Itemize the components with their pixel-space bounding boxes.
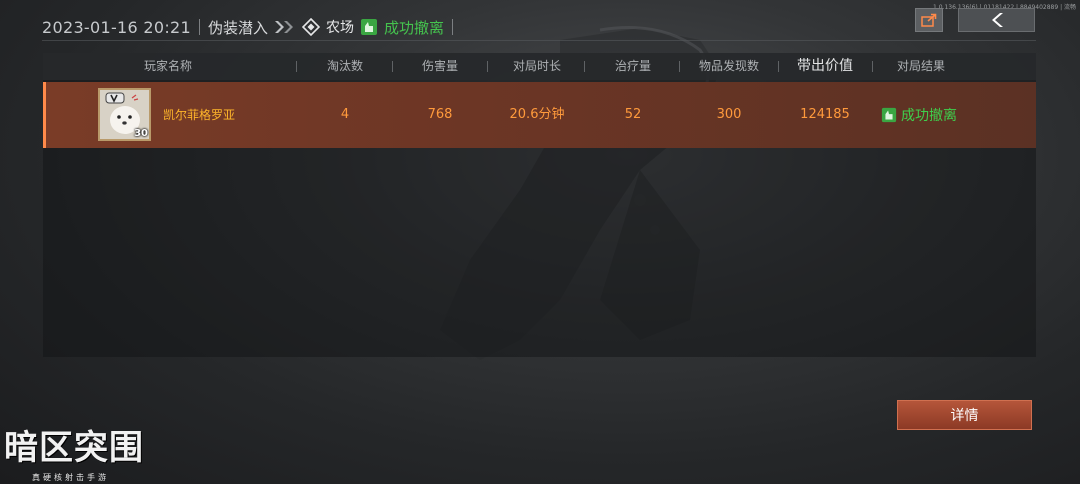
column-damage: 伤害量 [421, 59, 458, 73]
result-text: 成功撤离 [901, 108, 957, 124]
match-datetime: 2023-01-16 20:21 [42, 17, 191, 37]
column-extracted-value: 带出价值 [797, 58, 853, 74]
avatar[interactable]: 30 [98, 88, 151, 141]
cell-result: 成功撤离 [881, 82, 957, 148]
logo-subtitle: 真硬核射击手游 [32, 473, 109, 482]
cell-eliminations: 4 [340, 107, 350, 122]
row-highlight-bar [43, 82, 46, 148]
header-divider [198, 19, 200, 35]
column-divider [584, 61, 585, 72]
extract-success-icon [360, 18, 378, 36]
column-divider [679, 61, 680, 72]
cell-items-found: 300 [716, 107, 742, 122]
details-button[interactable]: 详情 [897, 400, 1032, 430]
table-row[interactable]: 30 凯尔菲格罗亚 4 768 20.6分钟 52 300 124185 成功撤… [43, 82, 1036, 148]
header-underline [42, 40, 1036, 41]
cell-damage: 768 [427, 107, 453, 122]
map-diamond-icon [302, 18, 320, 36]
column-divider [872, 61, 873, 72]
column-duration: 对局时长 [512, 59, 561, 73]
match-result-table: 玩家名称 淘汰数 伤害量 对局时长 治疗量 物品发现数 带出价值 对局结果 30… [43, 53, 1036, 357]
header-divider-end [452, 19, 454, 35]
share-button[interactable] [915, 8, 943, 32]
cell-duration: 20.6分钟 [509, 107, 565, 122]
player-name: 凯尔菲格罗亚 [163, 108, 236, 122]
match-mode: 伪装潜入 [207, 18, 268, 37]
map-name: 农场 [326, 20, 354, 36]
chevron-left-icon [991, 13, 1003, 27]
cell-healing: 52 [624, 107, 642, 122]
double-chevron-right-icon [274, 20, 296, 34]
extract-success-icon [881, 107, 897, 123]
column-divider [296, 61, 297, 72]
cell-extracted-value: 124185 [800, 107, 850, 122]
match-status: 成功撤离 [384, 18, 445, 37]
back-button[interactable] [958, 8, 1035, 32]
column-result: 对局结果 [896, 59, 945, 73]
column-divider [392, 61, 393, 72]
game-logo: 暗区突围 真硬核射击手游 [4, 430, 164, 484]
match-header: 2023-01-16 20:21 伪装潜入 农场 成功撤离 [42, 14, 455, 40]
column-healing: 治疗量 [614, 59, 651, 73]
column-divider [487, 61, 488, 72]
table-header: 玩家名称 淘汰数 伤害量 对局时长 治疗量 物品发现数 带出价值 对局结果 [43, 53, 1036, 80]
column-items-found: 物品发现数 [698, 59, 759, 73]
share-icon [921, 13, 937, 27]
player-level: 30 [134, 128, 148, 139]
logo-title: 暗区突围 [4, 428, 144, 468]
column-eliminations: 淘汰数 [326, 59, 363, 73]
column-divider [778, 61, 779, 72]
column-player-name: 玩家名称 [143, 59, 192, 73]
